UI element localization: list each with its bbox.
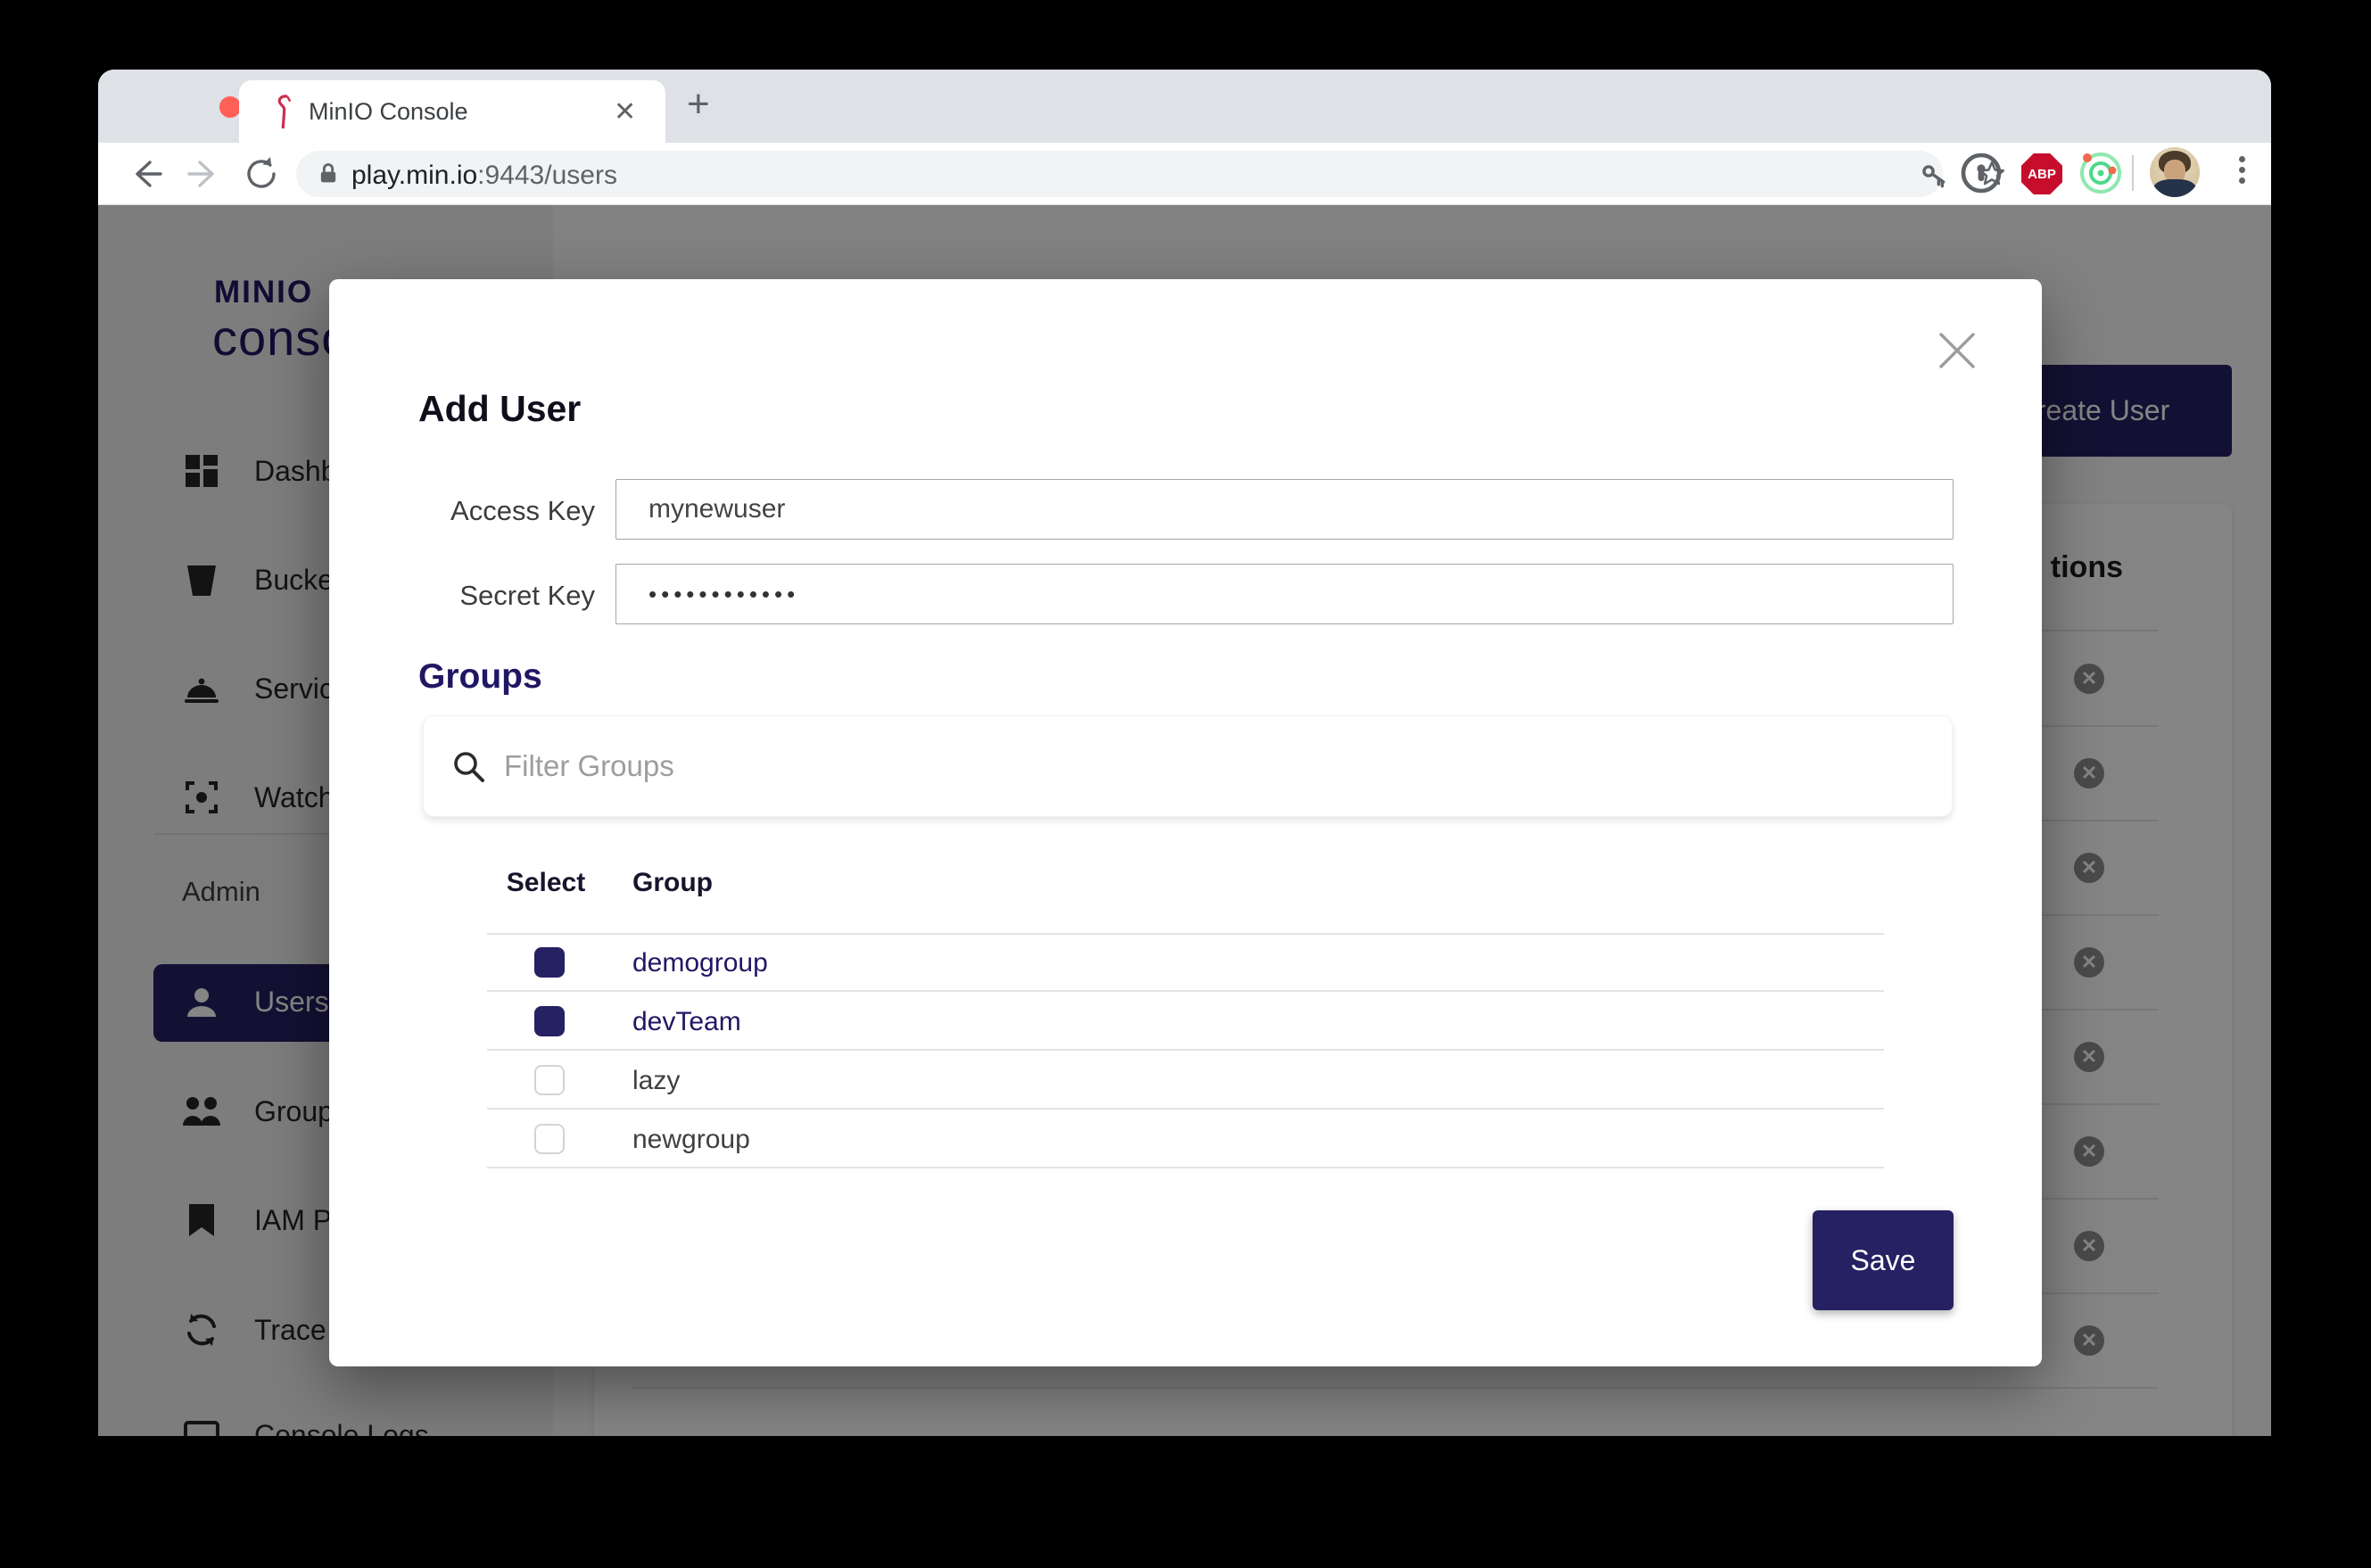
add-user-modal: Add User Access Key Secret Key Groups Se… <box>329 279 2042 1366</box>
group-name: demogroup <box>632 948 768 978</box>
group-checkbox-unchecked[interactable] <box>534 1124 565 1154</box>
secret-key-input[interactable] <box>615 564 1954 624</box>
url-text: play.min.io:9443/users <box>351 161 617 191</box>
tab-title: MinIO Console <box>309 98 468 126</box>
group-name: devTeam <box>632 1007 741 1037</box>
filter-groups-input[interactable] <box>502 741 1840 791</box>
url-path: :9443/users <box>477 161 617 190</box>
page-content: MINIO console Dashboard Buckets <box>98 205 2271 1436</box>
avatar-shoulders <box>2153 179 2196 197</box>
browser-toolbar: play.min.io:9443/users ABP <box>98 143 2271 205</box>
url-host: play.min.io <box>351 161 477 190</box>
new-tab-button[interactable]: + <box>687 82 710 127</box>
traffic-light-close[interactable] <box>219 96 241 118</box>
minio-favicon <box>268 95 300 130</box>
back-icon[interactable] <box>125 153 166 194</box>
save-button[interactable]: Save <box>1813 1210 1954 1310</box>
group-row-lazy[interactable]: lazy <box>487 1051 1884 1110</box>
screenshot-canvas: MinIO Console ✕ + play.min.io:9443/users <box>0 0 2371 1568</box>
password-manager-extension-icon[interactable] <box>1957 149 2005 197</box>
toolbar-separator <box>2132 155 2134 191</box>
tab-close-icon[interactable]: ✕ <box>614 96 636 128</box>
address-bar[interactable]: play.min.io:9443/users <box>296 151 1943 197</box>
group-checkbox-unchecked[interactable] <box>534 1065 565 1095</box>
access-key-label: Access Key <box>329 495 595 527</box>
search-icon <box>450 748 488 786</box>
group-checkbox-checked[interactable] <box>534 1006 565 1036</box>
access-key-input[interactable] <box>615 479 1954 540</box>
modal-close-icon[interactable] <box>1934 327 1980 374</box>
tab-strip: MinIO Console ✕ + <box>98 70 2271 143</box>
adblock-plus-extension-icon[interactable]: ABP <box>2021 153 2062 194</box>
forward-icon[interactable] <box>184 153 225 194</box>
group-row-newgroup[interactable]: newgroup <box>487 1110 1884 1168</box>
group-row-devteam[interactable]: devTeam <box>487 992 1884 1051</box>
table-divider <box>487 1167 1884 1168</box>
reload-icon[interactable] <box>241 153 282 194</box>
browser-window: MinIO Console ✕ + play.min.io:9443/users <box>98 70 2271 1436</box>
group-name: newgroup <box>632 1125 750 1155</box>
group-name: lazy <box>632 1066 680 1096</box>
modal-title: Add User <box>418 388 581 430</box>
secret-key-label: Secret Key <box>329 580 595 612</box>
select-column-header: Select <box>487 868 605 898</box>
group-column-header: Group <box>632 868 713 898</box>
browser-tab[interactable]: MinIO Console ✕ <box>239 80 665 143</box>
lock-icon[interactable] <box>316 161 341 186</box>
save-button-label: Save <box>1851 1244 1916 1277</box>
filter-groups-box <box>423 715 1953 817</box>
group-checkbox-checked[interactable] <box>534 947 565 978</box>
groups-heading: Groups <box>418 657 542 697</box>
chrome-menu-icon[interactable] <box>2221 152 2262 193</box>
profile-avatar[interactable] <box>2150 147 2200 197</box>
key-icon[interactable] <box>1920 161 1948 189</box>
group-row-demogroup[interactable]: demogroup <box>487 933 1884 992</box>
orbit-extension-icon[interactable] <box>2077 149 2125 197</box>
